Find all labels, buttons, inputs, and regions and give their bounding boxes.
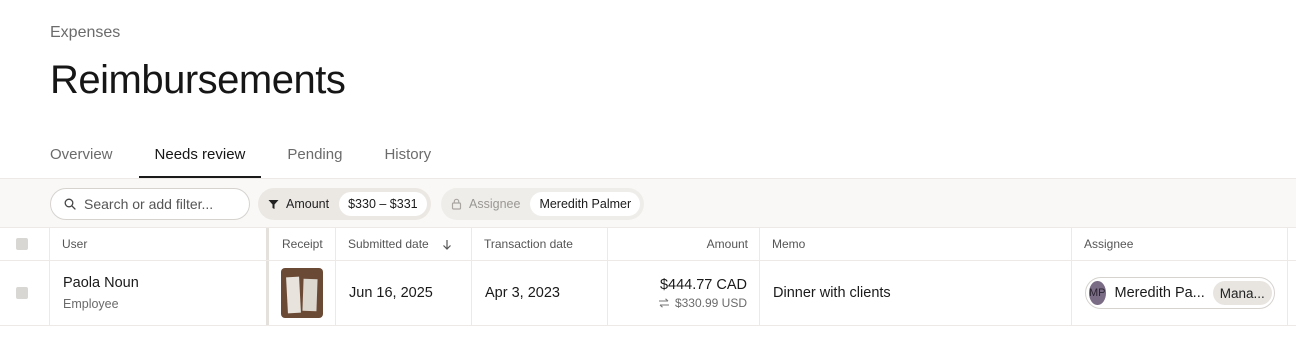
amount-filter-label: Amount bbox=[286, 197, 330, 211]
table-row[interactable]: Paola Noun Employee Jun 16, 2025 Apr 3, … bbox=[0, 261, 1296, 326]
column-header-receipt[interactable]: Receipt bbox=[282, 228, 323, 260]
amount-filter-value[interactable]: $330 – $331 bbox=[339, 192, 427, 216]
assignee-filter-chip[interactable]: Assignee Meredith Palmer bbox=[441, 188, 645, 220]
column-header-amount[interactable]: Amount bbox=[608, 228, 748, 260]
filter-bar: Amount $330 – $331 Assignee Meredith Pal… bbox=[0, 178, 1296, 228]
filter-icon bbox=[268, 199, 279, 209]
assignee-filter-label: Assignee bbox=[469, 197, 521, 211]
search-box[interactable] bbox=[50, 188, 250, 220]
currency-exchange-icon bbox=[658, 297, 669, 308]
amount-converted: $330.99 USD bbox=[658, 296, 747, 310]
tab-bar: Overview Needs review Pending History bbox=[50, 130, 473, 178]
user-cell: Paola Noun Employee bbox=[63, 261, 139, 325]
tab-pending[interactable]: Pending bbox=[287, 130, 342, 178]
user-role: Employee bbox=[63, 297, 119, 311]
select-all-checkbox[interactable] bbox=[16, 238, 28, 250]
assignee-filter-value[interactable]: Meredith Palmer bbox=[530, 192, 641, 216]
amount-value: $444.77 CAD bbox=[659, 276, 747, 293]
row-checkbox[interactable] bbox=[16, 287, 28, 299]
tab-needs-review[interactable]: Needs review bbox=[138, 130, 262, 178]
search-input[interactable] bbox=[84, 196, 234, 212]
breadcrumb[interactable]: Expenses bbox=[50, 24, 120, 42]
column-header-transaction-date[interactable]: Transaction date bbox=[484, 228, 573, 260]
reimbursements-table: User Receipt Submitted date Transaction … bbox=[0, 228, 1296, 326]
search-icon bbox=[64, 198, 76, 210]
amount-converted-value: $330.99 USD bbox=[674, 295, 747, 310]
receipt-thumbnail[interactable] bbox=[281, 268, 323, 318]
assignee-cell: MP Meredith Pa... Mana... bbox=[1085, 261, 1275, 325]
sort-down-icon[interactable] bbox=[442, 239, 452, 250]
tab-history[interactable]: History bbox=[384, 130, 431, 178]
column-header-assignee[interactable]: Assignee bbox=[1084, 228, 1133, 260]
table-header: User Receipt Submitted date Transaction … bbox=[0, 228, 1296, 261]
select-all-cell bbox=[16, 228, 28, 260]
assignee-pill[interactable]: MP Meredith Pa... Mana... bbox=[1085, 277, 1275, 309]
row-select-cell bbox=[16, 261, 28, 325]
avatar: MP bbox=[1089, 281, 1106, 305]
amount-filter-chip[interactable]: Amount $330 – $331 bbox=[258, 188, 431, 220]
tab-overview[interactable]: Overview bbox=[50, 130, 113, 178]
transaction-date: Apr 3, 2023 bbox=[485, 285, 560, 301]
assignee-name: Meredith Pa... bbox=[1114, 285, 1205, 301]
page-title: Reimbursements bbox=[50, 58, 346, 102]
amount-cell: $444.77 CAD $330.99 USD bbox=[608, 261, 747, 325]
user-name: Paola Noun bbox=[63, 275, 139, 291]
column-header-memo[interactable]: Memo bbox=[772, 228, 805, 260]
column-header-user[interactable]: User bbox=[62, 228, 87, 260]
memo: Dinner with clients bbox=[773, 285, 891, 301]
receipt-cell bbox=[281, 261, 323, 325]
assignee-role-badge: Mana... bbox=[1212, 281, 1272, 305]
submitted-date: Jun 16, 2025 bbox=[349, 285, 433, 301]
column-header-submitted-date[interactable]: Submitted date bbox=[348, 228, 452, 260]
lock-icon bbox=[451, 198, 462, 210]
